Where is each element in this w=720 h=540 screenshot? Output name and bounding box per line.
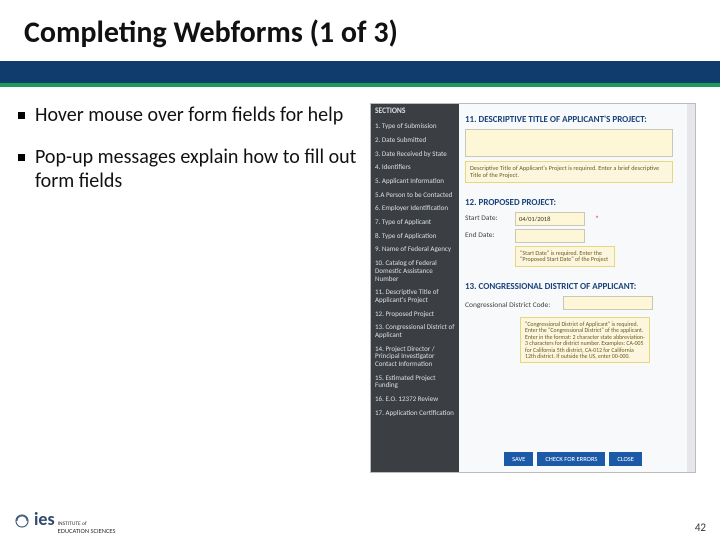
sidebar-item[interactable]: 14. Project Director / Principal Investi… (375, 345, 455, 368)
bullet-list: Hover mouse over form fields for help Po… (18, 103, 358, 473)
end-date-row: End Date: (465, 229, 681, 243)
slide-title: Completing Webforms (1 of 3) (0, 0, 720, 61)
sidebar-item[interactable]: 13. Congressional District of Applicant (375, 323, 455, 338)
project-title-tooltip: Descriptive Title of Applicant's Project… (465, 161, 673, 183)
sidebar-item[interactable]: 2. Date Submitted (375, 136, 455, 144)
sidebar-item[interactable]: 12. Proposed Project (375, 310, 455, 318)
footer: ies INSTITUTE of EDUCATION SCIENCES 42 (14, 508, 706, 534)
form-main: 11. DESCRIPTIVE TITLE OF APPLICANT'S PRO… (459, 104, 687, 472)
save-button[interactable]: SAVE (504, 452, 533, 466)
sidebar-item[interactable]: 6. Employer Identification (375, 204, 455, 212)
project-title-input[interactable] (465, 129, 673, 157)
sidebar-header: SECTIONS (375, 108, 455, 116)
cong-district-tooltip: "Congressional District of Applicant" is… (520, 317, 650, 363)
sidebar-item[interactable]: 9. Name of Federal Agency (375, 245, 455, 253)
end-date-input[interactable] (515, 229, 585, 243)
bullet-2: Pop-up messages explain how to fill out … (18, 145, 358, 193)
sidebar-item[interactable]: 5. Applicant Information (375, 177, 455, 185)
form-sidebar: SECTIONS 1. Type of Submission 2. Date S… (371, 104, 459, 472)
bullet-marker (18, 112, 25, 119)
sidebar-item[interactable]: 5.A Person to be Contacted (375, 191, 455, 199)
sidebar-item[interactable]: 17. Application Certification (375, 409, 455, 417)
form-button-bar: SAVE CHECK FOR ERRORS CLOSE (459, 452, 687, 468)
sidebar-item[interactable]: 11. Descriptive Title of Applicant's Pro… (375, 288, 455, 303)
section-11-heading: 11. DESCRIPTIVE TITLE OF APPLICANT'S PRO… (465, 114, 681, 125)
section-13-heading: 13. CONGRESSIONAL DISTRICT OF APPLICANT: (465, 281, 681, 292)
bullet-1: Hover mouse over form fields for help (18, 103, 358, 127)
close-button[interactable]: CLOSE (609, 452, 642, 466)
screenshot-wrapper: SECTIONS 1. Type of Submission 2. Date S… (370, 103, 696, 473)
sidebar-item[interactable]: 10. Catalog of Federal Domestic Assistan… (375, 259, 455, 282)
header-bar-dark (0, 61, 720, 83)
form-screenshot: SECTIONS 1. Type of Submission 2. Date S… (370, 103, 696, 473)
start-date-label: Start Date: (465, 214, 507, 223)
start-date-row: Start Date: 04/01/2018 * (465, 212, 681, 226)
slide: Completing Webforms (1 of 3) Hover mouse… (0, 0, 720, 540)
logo-brand: ies (34, 508, 55, 530)
page-number: 42 (695, 521, 706, 534)
required-asterisk: * (595, 214, 599, 224)
bullet-1-text: Hover mouse over form fields for help (35, 103, 343, 127)
content-area: Hover mouse over form fields for help Po… (0, 87, 720, 473)
bullet-2-text: Pop-up messages explain how to fill out … (35, 145, 358, 193)
proposed-project-tooltip: "Start Date" is required. Enter the "Pro… (515, 246, 615, 267)
start-date-input[interactable]: 04/01/2018 (515, 212, 585, 226)
sidebar-item[interactable]: 7. Type of Applicant (375, 218, 455, 226)
sidebar-item[interactable]: 1. Type of Submission (375, 122, 455, 130)
logo-text: INSTITUTE of EDUCATION SCIENCES (58, 522, 116, 534)
sidebar-item[interactable]: 15. Estimated Project Funding (375, 374, 455, 389)
form-scrollbar[interactable] (687, 104, 695, 472)
bullet-marker (18, 154, 25, 161)
cong-district-label: Congressional District Code: (465, 301, 555, 310)
ies-logo: ies INSTITUTE of EDUCATION SCIENCES (14, 508, 116, 534)
end-date-label: End Date: (465, 231, 507, 240)
check-errors-button[interactable]: CHECK FOR ERRORS (537, 452, 605, 466)
cong-district-row: Congressional District Code: (465, 296, 681, 314)
sidebar-item[interactable]: 8. Type of Application (375, 232, 455, 240)
logo-icon (14, 513, 30, 529)
sidebar-item[interactable]: 3. Date Received by State (375, 150, 455, 158)
sidebar-item[interactable]: 16. E.O. 12372 Review (375, 395, 455, 403)
section-12-heading: 12. PROPOSED PROJECT: (465, 197, 681, 208)
cong-district-input[interactable] (563, 296, 653, 310)
sidebar-item[interactable]: 4. Identifiers (375, 163, 455, 171)
